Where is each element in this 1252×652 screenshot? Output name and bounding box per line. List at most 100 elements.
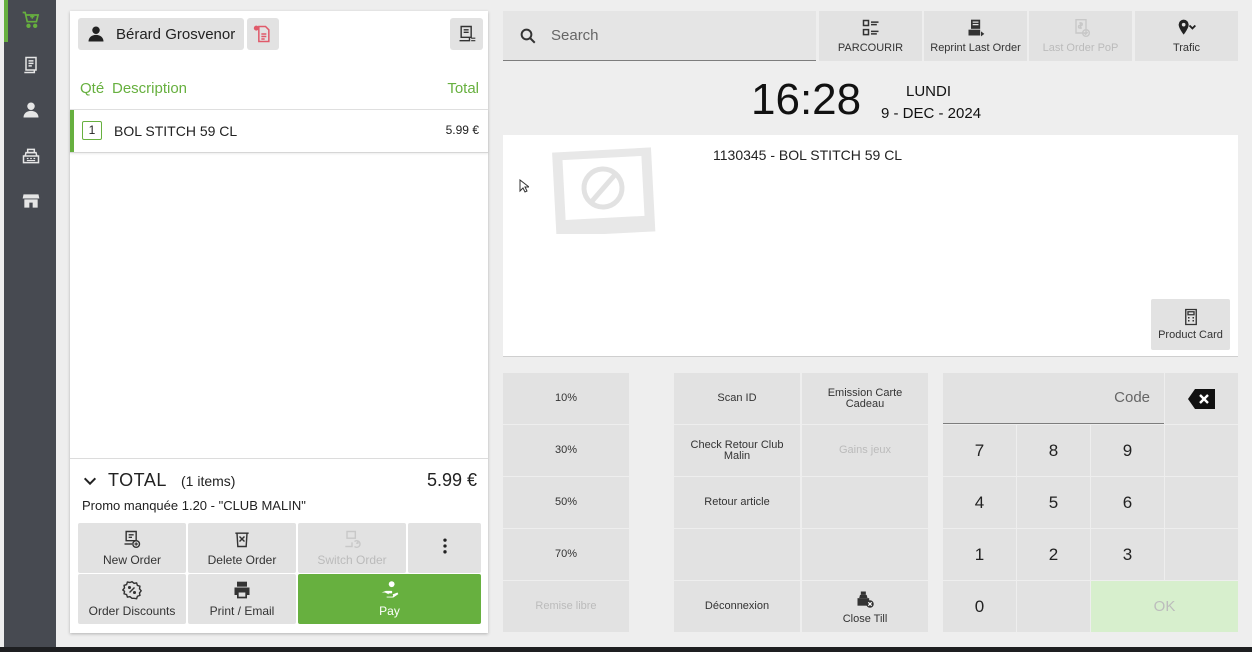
cart-icon[interactable] — [20, 9, 42, 31]
browse-button[interactable]: PARCOURIR — [819, 11, 922, 61]
order-panel: Bérard Grosvenor Qté Description Total 1… — [70, 11, 488, 633]
keypad-key[interactable]: 7 — [943, 425, 1016, 476]
more-options-button[interactable] — [408, 523, 481, 573]
keypad-empty-slot — [1165, 477, 1238, 528]
column-header-description: Description — [112, 80, 188, 97]
browse-list-icon — [862, 19, 878, 36]
store-icon[interactable] — [20, 190, 42, 212]
search-input[interactable] — [551, 27, 791, 44]
line-description: BOL STITCH 59 CL — [114, 123, 238, 139]
search-icon — [520, 28, 536, 43]
receipt-list-icon — [459, 25, 475, 42]
reprint-receipt-icon — [968, 19, 984, 37]
line-total: 5.99 € — [445, 123, 479, 137]
empty-function-slot — [802, 529, 928, 580]
discount-badge-icon — [122, 580, 142, 600]
gift-card-button[interactable]: Emission Carte Cadeau — [802, 373, 928, 424]
check-return-club-button[interactable]: Check Retour Club Malin — [674, 425, 800, 476]
new-order-icon — [124, 530, 141, 549]
keypad-key[interactable]: 3 — [1091, 529, 1164, 580]
keypad-empty-slot — [1165, 529, 1238, 580]
discount-50-button[interactable]: 50% — [503, 477, 629, 528]
traffic-button[interactable]: Trafic — [1135, 11, 1238, 61]
order-discounts-button[interactable]: Order Discounts — [78, 574, 186, 624]
user-icon[interactable] — [20, 99, 42, 121]
column-header-qty: Qté — [80, 80, 105, 97]
clock-date: 9 - DEC - 2024 — [881, 105, 982, 122]
empty-function-slot — [802, 477, 928, 528]
product-display: 1130345 - BOL STITCH 59 CL Product Card — [503, 135, 1238, 357]
close-till-button[interactable]: Close Till — [802, 581, 928, 632]
switch-order-label: Switch Order — [317, 553, 387, 567]
customer-button[interactable]: Bérard Grosvenor — [78, 18, 244, 50]
ok-button[interactable]: OK — [1091, 581, 1238, 632]
keypad-key[interactable]: 1 — [943, 529, 1016, 580]
logout-button[interactable]: Déconnexion — [674, 581, 800, 632]
selected-line-marker — [70, 110, 74, 152]
user-icon — [88, 26, 104, 42]
reprint-label: Reprint Last Order — [930, 42, 1021, 54]
print-email-button[interactable]: Print / Email — [188, 574, 296, 624]
location-pin-chevron-icon — [1178, 19, 1196, 35]
traffic-label: Trafic — [1172, 42, 1201, 54]
keypad-key[interactable]: 8 — [1017, 425, 1090, 476]
cash-register-icon[interactable] — [20, 145, 42, 167]
product-title: 1130345 - BOL STITCH 59 CL — [713, 147, 903, 163]
column-header-total: Total — [447, 80, 479, 97]
product-card-label: Product Card — [1158, 329, 1223, 341]
delete-order-button[interactable]: Delete Order — [188, 523, 296, 573]
discount-70-button[interactable]: 70% — [503, 529, 629, 580]
chevron-down-icon[interactable] — [82, 473, 98, 489]
product-card-button[interactable]: Product Card — [1151, 299, 1230, 350]
mouse-cursor-icon — [519, 179, 529, 193]
receipt-check-icon — [1074, 18, 1090, 38]
pay-label: Pay — [379, 604, 400, 618]
keypad-key[interactable]: 9 — [1091, 425, 1164, 476]
reprint-last-order-button[interactable]: Reprint Last Order — [924, 11, 1027, 61]
discount-30-button[interactable]: 30% — [503, 425, 629, 476]
empty-function-slot — [674, 529, 800, 580]
backspace-button[interactable] — [1165, 373, 1238, 424]
line-qty: 1 — [82, 121, 102, 140]
code-input[interactable] — [970, 389, 1150, 406]
keypad-empty-slot — [1017, 581, 1090, 632]
receipt-icon[interactable] — [20, 54, 42, 76]
receipt-options-button[interactable] — [450, 18, 483, 50]
promo-message: Promo manquée 1.20 - "CLUB MALIN" — [82, 498, 306, 513]
total-divider — [70, 458, 488, 459]
calculator-icon — [1184, 308, 1197, 326]
switch-order-button[interactable]: Switch Order — [298, 523, 406, 573]
keypad-key[interactable]: 6 — [1091, 477, 1164, 528]
order-line[interactable]: 1 BOL STITCH 59 CL 5.99 € — [70, 110, 488, 153]
print-email-label: Print / Email — [209, 604, 275, 618]
keypad-key[interactable]: 0 — [943, 581, 1016, 632]
scan-id-button[interactable]: Scan ID — [674, 373, 800, 424]
games-winnings-button[interactable]: Gains jeux — [802, 425, 928, 476]
keypad-key[interactable]: 2 — [1017, 529, 1090, 580]
printer-icon — [234, 581, 250, 599]
clock-time: 16:28 — [751, 75, 862, 124]
total-value: 5.99 € — [426, 470, 477, 490]
close-till-label: Close Till — [842, 612, 888, 625]
customer-document-button[interactable] — [247, 18, 279, 50]
backspace-icon — [1187, 388, 1215, 409]
discount-10-button[interactable]: 10% — [503, 373, 629, 424]
pay-button[interactable]: Pay — [298, 574, 481, 624]
no-image-icon — [552, 147, 656, 234]
total-label: TOTAL — [108, 470, 167, 490]
new-order-button[interactable]: New Order — [78, 523, 186, 573]
trash-icon — [235, 532, 249, 548]
new-order-label: New Order — [102, 553, 161, 567]
pay-hand-coin-icon — [381, 581, 398, 598]
keypad-key[interactable]: 4 — [943, 477, 1016, 528]
search-bar[interactable] — [503, 11, 816, 61]
keypad-key[interactable]: 5 — [1017, 477, 1090, 528]
switch-icon — [345, 530, 361, 549]
customer-name: Bérard Grosvenor — [116, 25, 236, 43]
free-discount-button[interactable]: Remise libre — [503, 581, 629, 632]
close-till-icon — [857, 591, 874, 608]
last-order-pop-button[interactable]: Last Order PoP — [1029, 11, 1132, 61]
return-item-button[interactable]: Retour article — [674, 477, 800, 528]
code-field[interactable] — [943, 373, 1164, 424]
keypad-empty-slot — [1165, 425, 1238, 476]
